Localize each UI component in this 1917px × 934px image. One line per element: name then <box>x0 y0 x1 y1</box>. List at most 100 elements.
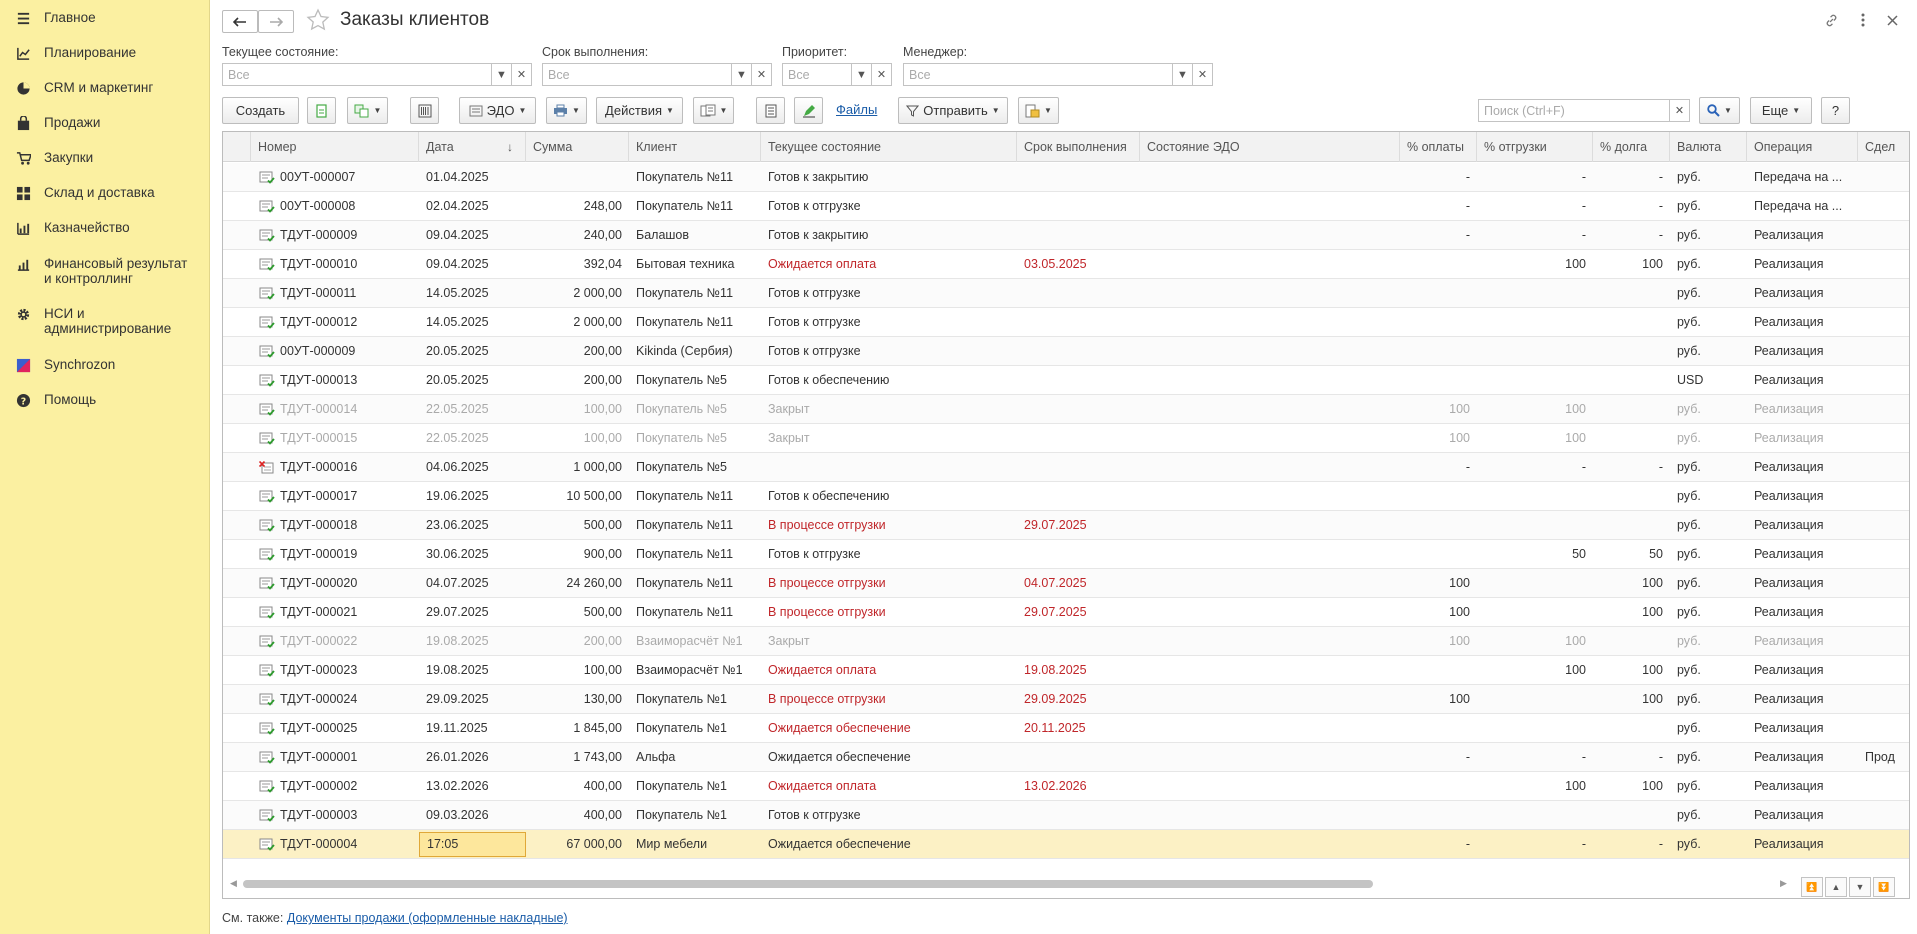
sales-documents-link[interactable]: Документы продажи (оформленные накладные… <box>287 911 568 925</box>
manager-filter[interactable]: Все ▼ ✕ <box>903 63 1213 86</box>
chevron-down-icon[interactable]: ▼ <box>491 64 511 85</box>
chevron-down-icon[interactable]: ▼ <box>1172 64 1192 85</box>
sidebar-item-10[interactable]: ? Помощь <box>0 391 205 409</box>
sign-button[interactable] <box>794 97 823 124</box>
attach-doc-button[interactable]: ▼ <box>1018 97 1059 124</box>
column-header[interactable]: Клиент <box>629 132 761 162</box>
column-header[interactable]: Валюта <box>1670 132 1747 162</box>
table-row[interactable]: 00УТ-000009 20.05.2025 200,00 Kikinda (Серб… <box>223 337 1909 366</box>
state-filter-value[interactable]: Все <box>223 64 491 85</box>
table-row[interactable]: ТДУТ-000018 23.06.2025 500,00 Покупатель №1… <box>223 511 1909 540</box>
scroll-up-button[interactable]: ▲ <box>1825 877 1847 897</box>
column-header[interactable]: Операция <box>1747 132 1858 162</box>
more-button[interactable]: Еще ▼ <box>1750 97 1812 124</box>
table-row[interactable]: ТДУТ-000009 09.04.2025 240,00 Балашов Готов … <box>223 221 1909 250</box>
table-row[interactable]: ТДУТ-000024 29.09.2025 130,00 Покупатель №1… <box>223 685 1909 714</box>
column-header[interactable]: Срок выполнения <box>1017 132 1140 162</box>
column-header[interactable]: Сдел <box>1858 132 1909 162</box>
more-vertical-icon[interactable] <box>1853 10 1873 30</box>
chevron-down-icon[interactable]: ▼ <box>851 64 871 85</box>
sidebar-item-9[interactable]: Synchrozon <box>0 356 205 374</box>
table-row[interactable]: ТДУТ-000011 14.05.2025 2 000,00 Покупатель … <box>223 279 1909 308</box>
table-row[interactable]: 00УТ-000008 02.04.2025 248,00 Покупатель №1… <box>223 192 1909 221</box>
barcode-button[interactable] <box>410 97 439 124</box>
actions-button[interactable]: Действия ▼ <box>596 97 683 124</box>
create-based-on-button[interactable]: ▼ <box>347 97 388 124</box>
copy-doc-button[interactable] <box>307 97 336 124</box>
horizontal-scrollbar[interactable] <box>243 880 1373 888</box>
table-row[interactable]: ТДУТ-000023 19.08.2025 100,00 Взаиморасчёт … <box>223 656 1909 685</box>
column-header[interactable]: % оплаты <box>1400 132 1477 162</box>
link-icon[interactable] <box>1821 10 1841 30</box>
table-row[interactable]: ТДУТ-000003 09.03.2026 400,00 Покупатель №1… <box>223 801 1909 830</box>
search-field[interactable]: Поиск (Ctrl+F) ✕ <box>1478 99 1690 122</box>
column-header[interactable]: Номер <box>251 132 419 162</box>
list-view-button[interactable] <box>756 97 785 124</box>
column-header[interactable]: Сумма <box>526 132 629 162</box>
column-header[interactable]: Текущее состояние <box>761 132 1017 162</box>
column-header[interactable]: Состояние ЭДО <box>1140 132 1400 162</box>
scroll-bottom-button[interactable]: ⏬ <box>1873 877 1895 897</box>
table-row[interactable]: ТДУТ-000001 26.01.2026 1 743,00 Альфа Ожидае… <box>223 743 1909 772</box>
print-button[interactable]: ▼ <box>546 97 587 124</box>
clear-icon[interactable]: ✕ <box>751 64 771 85</box>
send-button[interactable]: Отправить ▼ <box>898 97 1008 124</box>
table-row[interactable]: ТДУТ-000002 13.02.2026 400,00 Покупатель №1… <box>223 772 1909 801</box>
table-row[interactable]: ТДУТ-000004 17:05 67 000,00 Мир мебели Ожида… <box>223 830 1909 859</box>
sidebar-item-8[interactable]: НСИ и администрирование <box>0 305 205 336</box>
table-row[interactable]: ТДУТ-000021 29.07.2025 500,00 Покупатель №1… <box>223 598 1909 627</box>
create-button[interactable]: Создать <box>222 97 299 124</box>
forward-button[interactable] <box>258 10 294 33</box>
files-link[interactable]: Файлы <box>836 102 877 117</box>
help-button[interactable]: ? <box>1821 97 1850 124</box>
clear-icon[interactable]: ✕ <box>871 64 891 85</box>
orders-table[interactable]: Номер Дата Сумма Клиент Текущее состояние Сро… <box>222 131 1910 899</box>
scroll-down-button[interactable]: ▼ <box>1849 877 1871 897</box>
clear-search-icon[interactable]: ✕ <box>1669 100 1689 121</box>
favorite-star-icon[interactable] <box>306 8 330 35</box>
column-header[interactable]: % отгрузки <box>1477 132 1593 162</box>
back-button[interactable] <box>222 10 258 33</box>
table-row[interactable]: ТДУТ-000015 22.05.2025 100,00 Покупатель №5… <box>223 424 1909 453</box>
sidebar-item-7[interactable]: Финансовый результат и контроллинг <box>0 255 205 286</box>
deadline-filter-value[interactable]: Все <box>543 64 731 85</box>
table-row[interactable]: ТДУТ-000020 04.07.2025 24 260,00 Покупатель… <box>223 569 1909 598</box>
table-row[interactable]: ТДУТ-000022 19.08.2025 200,00 Взаиморасчёт … <box>223 627 1909 656</box>
search-input[interactable]: Поиск (Ctrl+F) <box>1479 100 1669 121</box>
sidebar-item-3[interactable]: Продажи <box>0 114 205 132</box>
table-row[interactable]: ТДУТ-000012 14.05.2025 2 000,00 Покупатель … <box>223 308 1909 337</box>
cell-pay <box>1400 511 1477 540</box>
table-row[interactable]: ТДУТ-000025 19.11.2025 1 845,00 Покупатель … <box>223 714 1909 743</box>
sidebar-item-0[interactable]: Главное <box>0 9 205 27</box>
sidebar-item-6[interactable]: Казначейство <box>0 219 205 237</box>
scroll-left-icon[interactable]: ◀ <box>230 878 237 889</box>
cell-date[interactable]: 17:05 <box>419 832 526 857</box>
sort-desc-icon[interactable]: ↓ <box>507 140 513 154</box>
close-icon[interactable] <box>1882 10 1902 30</box>
scroll-top-button[interactable]: ⏫ <box>1801 877 1823 897</box>
priority-filter[interactable]: Все ▼ ✕ <box>782 63 892 86</box>
sidebar-item-4[interactable]: Закупки <box>0 149 205 167</box>
priority-filter-value[interactable]: Все <box>783 64 851 85</box>
scroll-right-icon[interactable]: ▶ <box>1780 878 1787 889</box>
state-filter[interactable]: Все ▼ ✕ <box>222 63 532 86</box>
table-row[interactable]: ТДУТ-000013 20.05.2025 200,00 Покупатель №5… <box>223 366 1909 395</box>
table-row[interactable]: ТДУТ-000019 30.06.2025 900,00 Покупатель №1… <box>223 540 1909 569</box>
table-row[interactable]: ТДУТ-000016 04.06.2025 1 000,00 Покупатель … <box>223 453 1909 482</box>
table-row[interactable]: ТДУТ-000014 22.05.2025 100,00 Покупатель №5… <box>223 395 1909 424</box>
sidebar-item-1[interactable]: Планирование <box>0 44 205 62</box>
chevron-down-icon[interactable]: ▼ <box>731 64 751 85</box>
sidebar-item-5[interactable]: Склад и доставка <box>0 184 205 202</box>
column-header[interactable]: % долга <box>1593 132 1670 162</box>
sidebar-item-2[interactable]: CRM и маркетинг <box>0 79 205 97</box>
manager-filter-value[interactable]: Все <box>904 64 1172 85</box>
search-button[interactable]: ▼ <box>1699 97 1740 124</box>
clear-icon[interactable]: ✕ <box>511 64 531 85</box>
reports-button[interactable]: ▼ <box>693 97 734 124</box>
table-row[interactable]: ТДУТ-000017 19.06.2025 10 500,00 Покупатель… <box>223 482 1909 511</box>
edo-button[interactable]: ЭДО ▼ <box>459 97 536 124</box>
deadline-filter[interactable]: Все ▼ ✕ <box>542 63 772 86</box>
table-row[interactable]: ТДУТ-000010 09.04.2025 392,04 Бытовая техни… <box>223 250 1909 279</box>
clear-icon[interactable]: ✕ <box>1192 64 1212 85</box>
table-row[interactable]: 00УТ-000007 01.04.2025 Покупатель №11 Готов… <box>223 163 1909 192</box>
